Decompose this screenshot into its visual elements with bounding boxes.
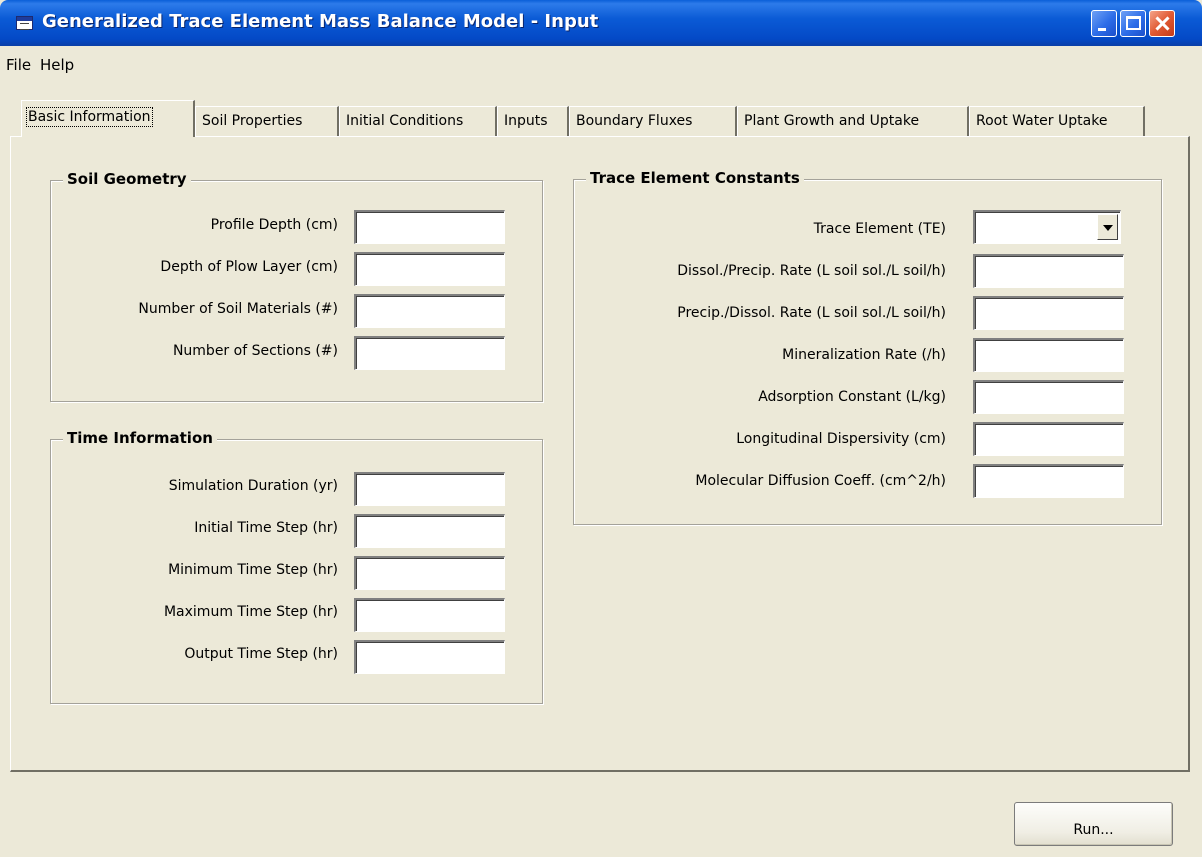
- maximize-icon: [1126, 16, 1141, 30]
- tab-label: Soil Properties: [202, 113, 303, 129]
- tab-soil-properties[interactable]: Soil Properties: [195, 106, 339, 136]
- dissol-precip-rate-input[interactable]: [973, 254, 1124, 288]
- precip-dissol-rate-input[interactable]: [973, 296, 1124, 330]
- maximum-time-step-input[interactable]: [354, 598, 505, 632]
- longitudinal-dispersivity-label: Longitudinal Dispersivity (cm): [736, 431, 946, 447]
- minimum-time-step-input[interactable]: [354, 556, 505, 590]
- tab-label: Inputs: [504, 113, 548, 129]
- molecular-diffusion-coeff-label: Molecular Diffusion Coeff. (cm^2/h): [695, 473, 946, 489]
- close-button[interactable]: [1149, 10, 1175, 37]
- profile-depth-label: Profile Depth (cm): [210, 217, 338, 233]
- tab-label: Root Water Uptake: [976, 113, 1108, 129]
- soil-materials-count-input[interactable]: [354, 294, 505, 328]
- tab-label: Basic Information: [26, 107, 153, 127]
- simulation-duration-input[interactable]: [354, 472, 505, 506]
- tab-label: Initial Conditions: [346, 113, 464, 129]
- trace-element-label: Trace Element (TE): [813, 221, 946, 237]
- dissol-precip-rate-label: Dissol./Precip. Rate (L soil sol./L soil…: [677, 263, 946, 279]
- soil-materials-count-label: Number of Soil Materials (#): [138, 301, 338, 317]
- close-icon: [1150, 11, 1174, 36]
- maximize-button[interactable]: [1120, 10, 1146, 37]
- trace-element-constants-title: Trace Element Constants: [586, 169, 804, 187]
- tab-plant-growth-and-uptake[interactable]: Plant Growth and Uptake: [737, 106, 969, 136]
- minimum-time-step-label: Minimum Time Step (hr): [168, 562, 338, 578]
- time-information-group: Time Information Simulation Duration (yr…: [50, 429, 543, 704]
- initial-time-step-input[interactable]: [354, 514, 505, 548]
- simulation-duration-label: Simulation Duration (yr): [168, 478, 338, 494]
- tab-label: Boundary Fluxes: [576, 113, 693, 129]
- mineralization-rate-label: Mineralization Rate (/h): [782, 347, 946, 363]
- soil-geometry-title: Soil Geometry: [63, 170, 191, 188]
- sections-count-label: Number of Sections (#): [172, 343, 338, 359]
- maximum-time-step-label: Maximum Time Step (hr): [163, 604, 338, 620]
- adsorption-constant-input[interactable]: [973, 380, 1124, 414]
- title-bar[interactable]: Generalized Trace Element Mass Balance M…: [0, 0, 1202, 46]
- trace-element-select[interactable]: [973, 210, 1121, 244]
- minimize-button[interactable]: [1091, 10, 1117, 37]
- longitudinal-dispersivity-input[interactable]: [973, 422, 1124, 456]
- plow-layer-depth-input[interactable]: [354, 252, 505, 286]
- tab-root-water-uptake[interactable]: Root Water Uptake: [969, 106, 1145, 136]
- menu-file[interactable]: File: [6, 56, 31, 74]
- mineralization-rate-input[interactable]: [973, 338, 1124, 372]
- tab-boundary-fluxes[interactable]: Boundary Fluxes: [569, 106, 737, 136]
- profile-depth-input[interactable]: [354, 210, 505, 244]
- tab-panel-basic-information: Soil Geometry Profile Depth (cm) Depth o…: [10, 136, 1190, 772]
- tab-label: Plant Growth and Uptake: [744, 113, 920, 129]
- run-button[interactable]: Run...: [1014, 802, 1173, 846]
- output-time-step-input[interactable]: [354, 640, 505, 674]
- adsorption-constant-label: Adsorption Constant (L/kg): [758, 389, 946, 405]
- window-title: Generalized Trace Element Mass Balance M…: [42, 11, 599, 32]
- output-time-step-label: Output Time Step (hr): [184, 646, 338, 662]
- app-window-icon[interactable]: [16, 16, 33, 30]
- tab-basic-information[interactable]: Basic Information: [21, 100, 195, 137]
- sections-count-input[interactable]: [354, 336, 505, 370]
- initial-time-step-label: Initial Time Step (hr): [194, 520, 338, 536]
- menu-bar: File Help: [0, 54, 1202, 80]
- chevron-down-icon[interactable]: [1097, 214, 1118, 240]
- time-information-title: Time Information: [63, 429, 217, 447]
- plow-layer-depth-label: Depth of Plow Layer (cm): [160, 259, 338, 275]
- trace-element-constants-group: Trace Element Constants Trace Element (T…: [573, 169, 1162, 525]
- soil-geometry-group: Soil Geometry Profile Depth (cm) Depth o…: [50, 170, 543, 402]
- run-button-label: Run...: [1073, 822, 1114, 838]
- minimize-icon: [1098, 28, 1106, 31]
- menu-help[interactable]: Help: [40, 56, 74, 74]
- tab-inputs[interactable]: Inputs: [497, 106, 569, 136]
- precip-dissol-rate-label: Precip./Dissol. Rate (L soil sol./L soil…: [677, 305, 946, 321]
- tab-initial-conditions[interactable]: Initial Conditions: [339, 106, 497, 136]
- molecular-diffusion-coeff-input[interactable]: [973, 464, 1124, 498]
